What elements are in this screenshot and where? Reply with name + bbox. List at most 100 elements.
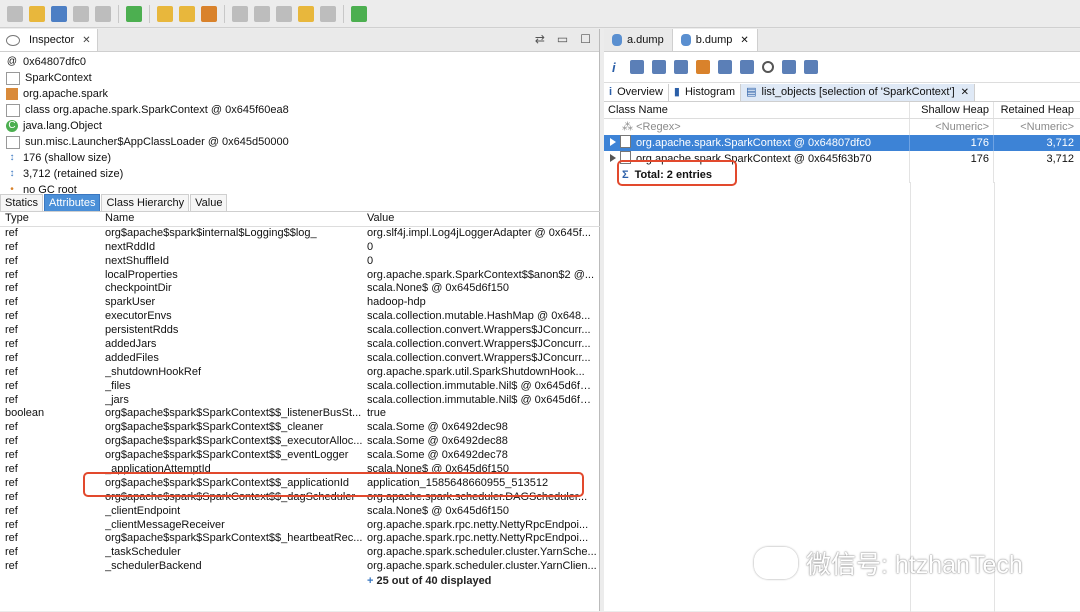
dominator-tree-icon[interactable] [652,60,666,74]
table-row[interactable]: ref org$apache$spark$internal$Logging$$lo… [0,227,600,241]
column-header-class-name[interactable]: Class Name [604,102,910,118]
table-row[interactable]: ref _taskScheduler org.apache.spark.schedu… [0,546,600,560]
column-header-type[interactable]: Type [0,212,105,226]
tab-attributes[interactable]: Attributes [44,194,101,211]
highlight-box [83,472,584,497]
attributes-body: ref org$apache$spark$internal$Logging$$lo… [0,227,600,574]
cell-name: sparkUser [105,296,156,309]
external-icon[interactable] [351,5,367,22]
table-row[interactable]: org.apache.spark.SparkContext @ 0x64807d… [604,135,1080,151]
oql-icon[interactable] [674,60,688,74]
cell-name: _jars [105,393,129,406]
table-row[interactable]: boolean org$apache$spark$SparkContext$$_l… [0,407,600,421]
table-row[interactable]: ref addedJars scala.collection.convert.Wra… [0,338,600,352]
tab-list-objects[interactable]: ▤ list_objects [selection of 'SparkContex… [741,83,976,101]
close-icon[interactable]: ✕ [961,84,969,101]
open-dump-icon[interactable] [51,5,67,22]
table-row[interactable]: ref org$apache$spark$SparkContext$$_clean… [0,421,600,435]
table-row[interactable]: ref nextRddId 0 [0,241,600,255]
previous-annotation-icon[interactable] [254,5,270,22]
tab-histogram[interactable]: ▮ Histogram [669,83,742,101]
next-annotation-icon[interactable] [232,5,248,22]
table-row[interactable]: ref sparkUser hadoop-hdp [0,296,600,310]
minimize-icon[interactable]: ▭ [557,32,568,46]
search-icon[interactable] [762,61,774,73]
cell-name: nextRddId [105,240,156,253]
inspector-subtabs: Statics Attributes Class Hierarchy Value [0,194,600,212]
table-row[interactable]: ref nextShuffleId 0 [0,255,600,269]
filter-row[interactable]: ⁂ <Regex> <Numeric> <Numeric> [604,119,1080,135]
cell-name: persistentRdds [105,324,179,337]
back-icon[interactable] [298,5,314,22]
column-header-shallow-heap[interactable]: Shallow Heap [910,102,994,118]
reports-icon[interactable] [718,60,732,74]
tab-class-hierarchy[interactable]: Class Hierarchy [101,194,190,211]
table-row[interactable]: ref checkpointDir scala.None$ @ 0x645d6f15… [0,282,600,296]
save-all-icon[interactable] [95,5,111,22]
table-row[interactable]: ref org$apache$spark$SparkContext$$_execu… [0,435,600,449]
shallow-heap-filter[interactable]: <Numeric> [910,119,994,135]
table-row[interactable]: ref org$apache$spark$SparkContext$$_event… [0,449,600,463]
cell-type: ref [5,226,18,239]
save-icon[interactable] [73,5,89,22]
table-row[interactable]: ref _files scala.collection.immutable.Nil$… [0,380,600,394]
table-row[interactable]: ref _jars scala.collection.immutable.Nil$ … [0,394,600,408]
new-icon[interactable] [7,5,23,22]
cell-value: 0 [367,240,374,253]
run-icon[interactable] [126,5,142,22]
tab-overview[interactable]: i Overview [604,83,669,101]
retained-heap-filter[interactable]: <Numeric> [994,119,1078,135]
editor-tab-b-dump[interactable]: b.dump ✕ [671,29,758,51]
histogram-icon[interactable] [630,60,644,74]
folder-icon[interactable] [157,5,173,22]
last-edit-icon[interactable] [276,5,292,22]
wechat-icon [754,547,798,579]
regex-filter[interactable]: ⁂ <Regex> [604,119,910,135]
thread-overview-icon[interactable] [696,60,710,74]
group-icon[interactable] [782,60,796,74]
close-icon[interactable]: ✕ [740,35,748,46]
dump-icon [680,34,691,46]
column-header-value[interactable]: Value [367,212,597,226]
table-row[interactable]: ref localProperties org.apache.spark.Spark… [0,269,600,283]
cell-name: nextShuffleId [105,254,170,267]
table-row[interactable]: ref addedFiles scala.collection.convert.Wr… [0,352,600,366]
tab-value[interactable]: Value [190,194,228,211]
info-class: class org.apache.spark.SparkContext @ 0x… [6,102,593,118]
cell-value: scala.Some @ 0x6492dec98 [367,421,508,434]
cell-name: executorEnvs [105,310,172,323]
cell-name: localProperties [105,268,178,281]
table-row[interactable]: ref _clientMessageReceiver org.apache.spar… [0,519,600,533]
sync-icon[interactable]: ⇄ [535,32,545,46]
maximize-icon[interactable]: ☐ [580,32,591,46]
table-row[interactable]: ref executorEnvs scala.collection.mutable.… [0,310,600,324]
toolbar-divider [118,4,119,23]
table-row[interactable]: ref _shutdownHookRef org.apache.spark.util… [0,366,600,380]
magnifier-icon [6,34,20,46]
folder-open-icon[interactable] [179,5,195,22]
forward-icon[interactable] [320,5,336,22]
table-row[interactable]: ref persistentRdds scala.collection.conver… [0,324,600,338]
cell-name: _shutdownHookRef [105,365,202,378]
expand-icon[interactable] [610,154,616,162]
table-row[interactable]: ref _clientEndpoint scala.None$ @ 0x645d6f… [0,505,600,519]
editor-tab-a-dump[interactable]: a.dump [604,29,672,51]
column-header-name[interactable]: Name [105,212,367,226]
inspector-tab[interactable]: Inspector ✕ [0,29,98,51]
cell-type: ref [5,338,18,351]
tab-statics[interactable]: Statics [0,194,44,211]
info-icon[interactable]: i [612,60,622,75]
cell-type: ref [5,449,18,462]
toolbar-divider [149,4,150,23]
open-folder-icon[interactable] [29,5,45,22]
close-icon[interactable]: ✕ [82,35,90,46]
watermark: 微信号: htzhanTech [754,545,1023,581]
tools-icon[interactable] [201,5,217,22]
export-icon[interactable] [804,60,818,74]
table-row[interactable]: ref _schedulerBackend org.apache.spark.sch… [0,560,600,574]
table-row[interactable]: ref org$apache$spark$SparkContext$$_heart… [0,532,600,546]
cell-value: scala.Some @ 0x6492dec88 [367,435,508,448]
expand-icon[interactable] [610,138,616,146]
column-header-retained-heap[interactable]: Retained Heap [994,102,1078,118]
queries-icon[interactable] [740,60,754,74]
